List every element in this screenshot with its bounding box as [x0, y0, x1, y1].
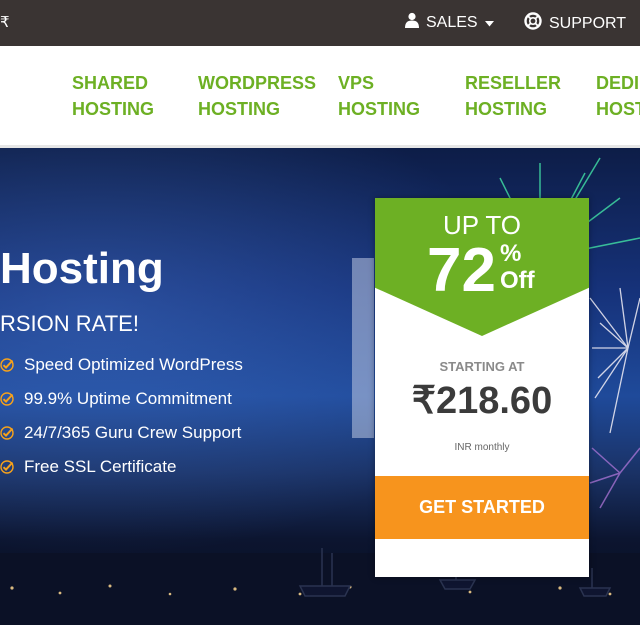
feature-item: Speed Optimized WordPress — [0, 348, 243, 382]
main-nav: SHARED HOSTING WORDPRESS HOSTING VPS HOS… — [0, 46, 640, 148]
hero-side-panel — [352, 258, 374, 438]
hero-title: Hosting — [0, 244, 164, 293]
hero-banner: Hosting RSION RATE! Speed Optimized Word… — [0, 148, 640, 625]
currency-selector[interactable]: ₹ — [0, 13, 10, 31]
feature-item: 99.9% Uptime Commitment — [0, 382, 243, 416]
nav-dedicated-hosting[interactable]: DEDI HOST — [596, 70, 640, 122]
discount-value: 72 % Off — [427, 240, 535, 302]
price: ₹218.60 — [411, 380, 553, 422]
check-icon — [0, 460, 14, 474]
starting-at-label: STARTING AT — [439, 359, 525, 374]
caret-down-icon — [484, 14, 494, 32]
hero-subtitle: RSION RATE! — [0, 311, 139, 336]
check-icon — [0, 358, 14, 372]
nav-reseller-hosting[interactable]: RESELLER HOSTING — [465, 70, 565, 122]
feature-text: 99.9% Uptime Commitment — [24, 389, 232, 408]
top-bar: ₹ SALES SUPPORT — [0, 0, 640, 46]
lifebuoy-icon — [524, 12, 542, 35]
sales-menu[interactable]: SALES — [405, 12, 494, 33]
feature-item: Free SSL Certificate — [0, 450, 243, 484]
support-label: SUPPORT — [549, 14, 627, 32]
nav-wordpress-hosting[interactable]: WORDPRESS HOSTING — [198, 70, 323, 122]
sales-label: SALES — [426, 13, 478, 31]
get-started-button[interactable]: GET STARTED — [375, 476, 589, 539]
check-icon — [0, 392, 14, 406]
feature-list: Speed Optimized WordPress 99.9% Uptime C… — [0, 348, 243, 484]
support-link[interactable]: SUPPORT — [524, 12, 626, 35]
feature-item: 24/7/365 Guru Crew Support — [0, 416, 243, 450]
discount-percent: 72 — [427, 236, 496, 305]
discount-off-label: Off — [499, 267, 535, 294]
feature-text: Speed Optimized WordPress — [24, 355, 243, 374]
feature-text: Free SSL Certificate — [24, 457, 177, 476]
check-icon — [0, 426, 14, 440]
offer-card: UP TO 72 % Off STARTING AT ₹218.60 INR m… — [375, 198, 589, 577]
user-icon — [405, 12, 419, 33]
nav-vps-hosting[interactable]: VPS HOSTING — [338, 70, 438, 122]
price-period: INR monthly — [454, 442, 510, 453]
feature-text: 24/7/365 Guru Crew Support — [24, 423, 242, 442]
discount-percent-symbol: % — [499, 240, 522, 267]
nav-shared-hosting[interactable]: SHARED HOSTING — [72, 70, 172, 122]
